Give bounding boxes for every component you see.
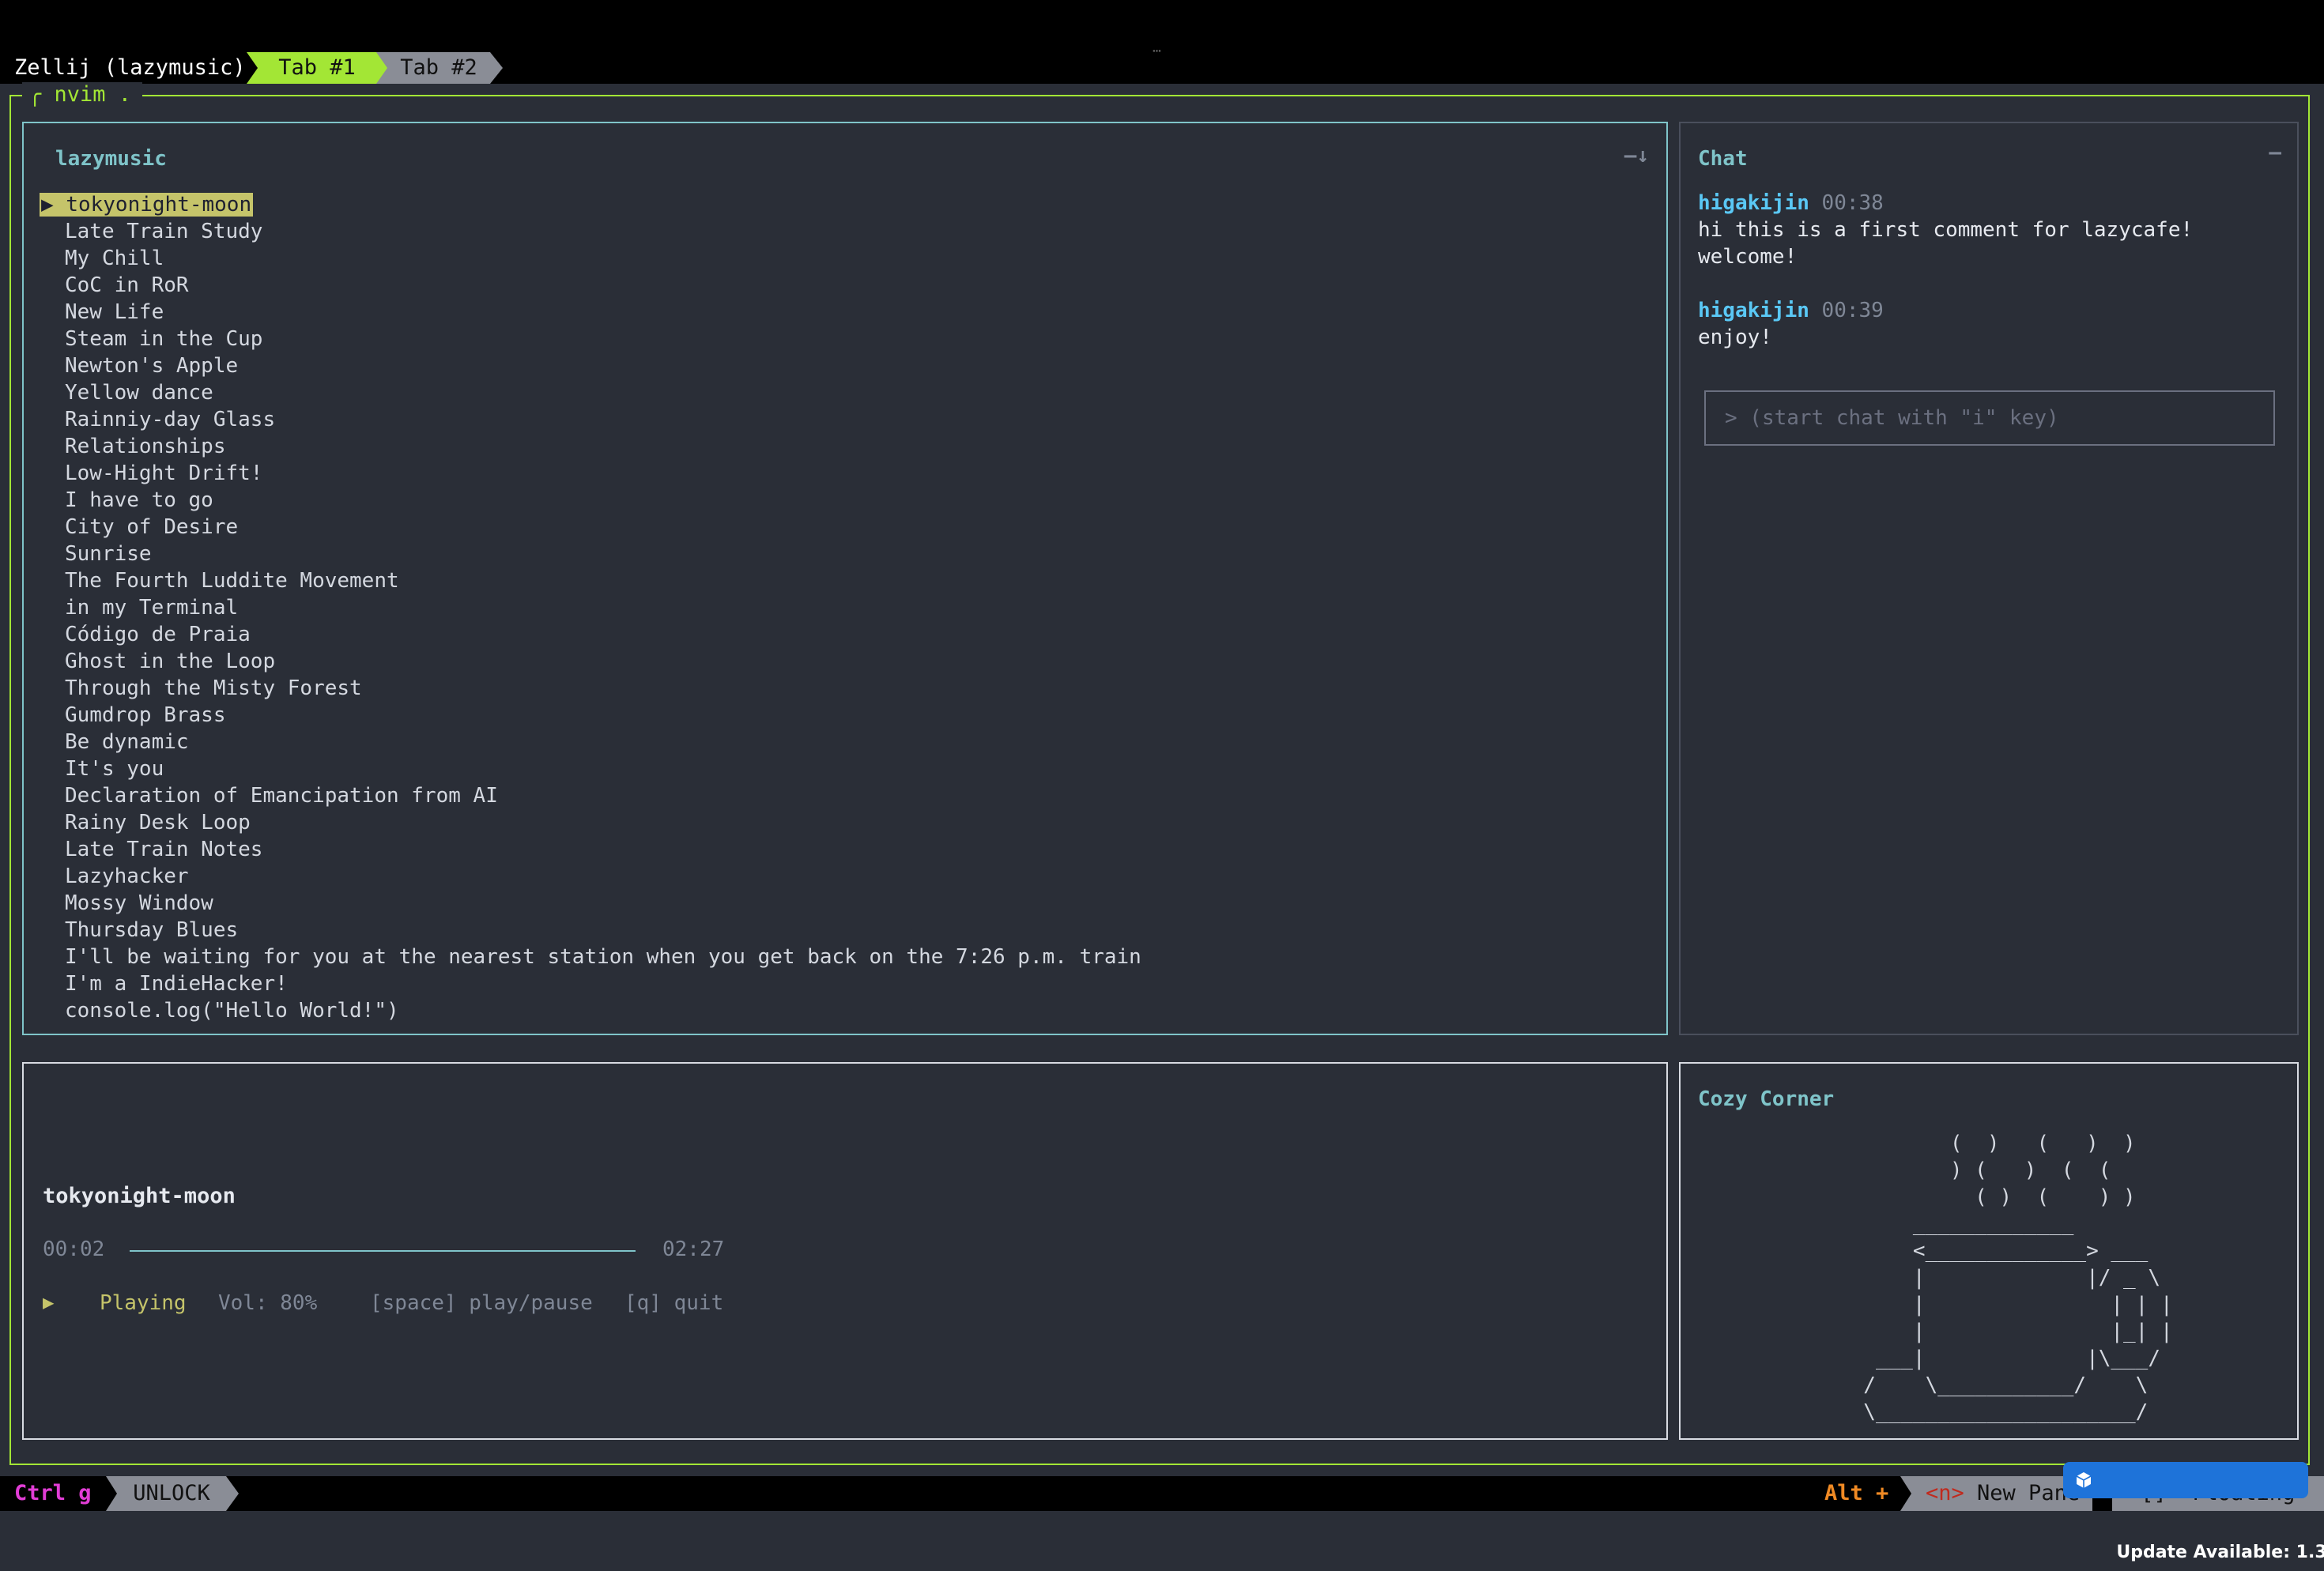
elapsed-time: 00:02 <box>43 1238 105 1261</box>
track-item[interactable]: Relationships <box>65 433 1141 460</box>
alt-hint: Alt + <box>1824 1481 1889 1505</box>
track-item[interactable]: console.log("Hello World!") <box>65 997 1141 1024</box>
track-item[interactable]: Declaration of Emancipation from AI <box>65 782 1141 809</box>
playlist-pane[interactable]: lazymusic —↓ ▶ tokyonight-moon Late Train… <box>22 122 1668 1035</box>
collapse-down-icon[interactable]: —↓ <box>1624 144 1649 168</box>
shortcut-separator <box>1900 1476 1911 1511</box>
new-pane-key: <n> <box>1926 1481 1964 1505</box>
selected-track-highlight: ▶ tokyonight-moon <box>40 193 254 217</box>
chat-message-text: enjoy! <box>1698 326 1772 349</box>
track-item[interactable]: Ghost in the Loop <box>65 648 1141 675</box>
track-item[interactable]: City of Desire <box>65 514 1141 541</box>
chat-timestamp: 00:39 <box>1821 299 1884 322</box>
track-item[interactable]: Mossy Window <box>65 890 1141 917</box>
chat-username: higakijin <box>1698 299 1809 322</box>
chat-input[interactable]: > (start chat with "i" key) <box>1704 390 2275 446</box>
track-item[interactable]: Rainy Desk Loop <box>65 809 1141 836</box>
chat-message-text: welcome! <box>1698 245 1798 269</box>
total-time: 02:27 <box>662 1238 725 1261</box>
track-item[interactable]: Thursday Blues <box>65 917 1141 944</box>
minimize-icon[interactable]: — <box>2269 141 2281 164</box>
frame-title: ╭ nvim . <box>22 82 143 107</box>
track-item[interactable]: in my Terminal <box>65 594 1141 621</box>
tab-separator <box>247 52 258 84</box>
help-quit: [q] quit <box>624 1291 724 1315</box>
player-pane: tokyonight-moon 00:02 02:27 ▶ Playing Vo… <box>22 1062 1668 1440</box>
mode-separator <box>226 1476 239 1511</box>
track-item[interactable]: Rainniy-day Glass <box>65 406 1141 433</box>
track-item[interactable]: Low-Hight Drift! <box>65 460 1141 487</box>
frame-title-text: nvim . <box>54 82 132 107</box>
track-list: ▶ tokyonight-moon Late Train Study My Chil… <box>40 191 1141 1024</box>
update-label: Update Available: 1.3.1 <box>2116 1543 2324 1562</box>
chat-message-text: hi this is a first comment for lazycafe! <box>1698 218 2194 242</box>
coffee-cup-ascii-art: ( ) ( ) ) ) ( ) ( ( ( ) ( ) ) __________… <box>1863 1132 2173 1424</box>
play-icon: ▶ <box>43 1291 55 1313</box>
track-item[interactable]: Be dynamic <box>65 729 1141 755</box>
track-title: tokyonight-moon <box>66 193 252 217</box>
track-item[interactable]: Gumdrop Brass <box>65 702 1141 729</box>
track-item[interactable]: Late Train Notes <box>65 836 1141 863</box>
cozy-corner-title: Cozy Corner <box>1698 1087 1835 1111</box>
track-item[interactable]: Sunrise <box>65 541 1141 567</box>
track-item[interactable]: I'll be waiting for you at the nearest s… <box>65 944 1141 970</box>
track-item[interactable]: I'm a IndieHacker! <box>65 970 1141 997</box>
package-icon <box>2076 1472 2092 1488</box>
progress-bar[interactable] <box>130 1250 636 1252</box>
track-item[interactable]: Through the Misty Forest <box>65 675 1141 702</box>
track-item[interactable]: Yellow dance <box>65 379 1141 406</box>
now-playing-title: tokyonight-moon <box>43 1184 236 1208</box>
playlist-title: lazymusic <box>55 147 167 171</box>
track-item[interactable]: Código de Praia <box>65 621 1141 648</box>
track-item[interactable]: Lazyhacker <box>65 863 1141 890</box>
track-item[interactable]: CoC in RoR <box>65 272 1141 299</box>
update-available-button[interactable]: Update Available: 1.3.1 <box>2063 1462 2324 1562</box>
chat-timestamp: 00:38 <box>1821 191 1884 215</box>
chat-message: higakijin 00:39 <box>1698 297 1884 324</box>
volume-level: Vol: 80% <box>218 1291 318 1315</box>
tab-1[interactable]: Tab #1 <box>258 52 376 84</box>
tab-2[interactable]: Tab #2 <box>387 52 490 84</box>
track-item[interactable]: Steam in the Cup <box>65 326 1141 352</box>
track-item[interactable]: Newton's Apple <box>65 352 1141 379</box>
ctrl-g-hint: Ctrl g <box>14 1481 92 1505</box>
selected-marker-icon: ▶ <box>41 193 54 217</box>
track-item[interactable]: Late Train Study <box>65 218 1141 245</box>
track-item[interactable]: It's you <box>65 755 1141 782</box>
track-item[interactable]: My Chill <box>65 245 1141 272</box>
chat-title: Chat <box>1698 147 1748 171</box>
chat-message: higakijin 00:38 <box>1698 190 1884 217</box>
track-item[interactable]: I have to go <box>65 487 1141 514</box>
chat-username: higakijin <box>1698 191 1809 215</box>
mode-unlock[interactable]: UNLOCK <box>117 1476 226 1511</box>
session-name: Zellij (lazymusic) <box>14 55 246 80</box>
track-item-selected[interactable]: ▶ tokyonight-moon <box>40 191 1141 218</box>
track-item[interactable]: The Fourth Luddite Movement <box>65 567 1141 594</box>
track-item[interactable]: New Life <box>65 299 1141 326</box>
chat-pane[interactable]: Chat — higakijin 00:38 hi this is a firs… <box>1679 122 2299 1035</box>
tab-separator <box>490 52 503 84</box>
playback-status: Playing <box>100 1291 187 1315</box>
help-play-pause: [space] play/pause <box>370 1291 593 1315</box>
mode-separator <box>106 1476 117 1511</box>
tab-separator <box>376 52 387 84</box>
cozy-corner-pane: Cozy Corner ( ) ( ) ) ) ( ) ( ( ( ) ( ) … <box>1679 1062 2299 1440</box>
